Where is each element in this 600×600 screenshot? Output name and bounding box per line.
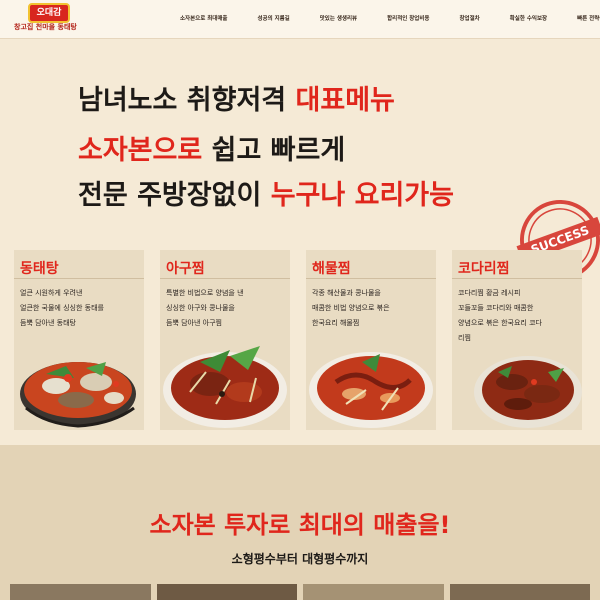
card-divider — [14, 278, 144, 279]
desc-line: 얼큰한 국물에 싱싱한 동태를 — [20, 304, 104, 312]
menu-card-desc: 코다리찜 황금 레시피 꼬들꼬들 코다리와 매콤한 양념으로 볶은 한국요리 코… — [458, 286, 580, 346]
card-divider — [306, 278, 436, 279]
menu-card-title: 해물찜 — [312, 261, 351, 277]
logo-badge: 오대감 — [28, 3, 70, 23]
nav-item-consult[interactable]: 빠른 전략상담 — [577, 0, 600, 38]
menu-card-dongtae[interactable]: 동태탕 얼큰 시원하게 우려낸 얼큰한 국물에 싱싱한 동태를 듬뿍 담아낸 동… — [14, 250, 144, 430]
menu-card-agu[interactable]: 아구찜 특별한 비법으로 양념을 낸 싱싱한 아구와 콩나물을 듬뿍 담아낸 아… — [160, 250, 290, 430]
store-photo-strip — [10, 584, 590, 600]
desc-line: 꼬들꼬들 코다리와 매콤한 — [458, 304, 534, 312]
desc-line: 싱싱한 아구와 콩나물을 — [166, 304, 235, 312]
investment-subtitle: 소형평수부터 대형평수까지 — [231, 552, 369, 566]
menu-card-haemul[interactable]: 해물찜 각종 해산물과 콩나물을 매콤한 비법 양념으로 볶은 한국요리 해물찜 — [306, 250, 436, 430]
hero-line-2-highlight: 소자본으로 — [78, 135, 203, 166]
hero-line-1: 남녀노소 취향저격 대표메뉴 — [78, 78, 395, 117]
store-photo — [303, 584, 444, 600]
brand-logo[interactable]: 오대감 창고집 천마을 동태탕 — [14, 3, 84, 35]
menu-card-title: 동태탕 — [20, 261, 59, 277]
hero-line-2-text: 쉽고 빠르게 — [202, 135, 346, 166]
nav-item-cost[interactable]: 합리적인 창업비용 — [387, 0, 429, 38]
top-header: 오대감 창고집 천마을 동태탕 소자본으로 최대매출 성공의 지름길 맛있는 생… — [0, 0, 600, 39]
logo-tagline: 창고집 천마을 동태탕 — [14, 23, 77, 31]
desc-line: 한국요리 해물찜 — [312, 319, 360, 327]
hero-line-1-text: 남녀노소 취향저격 — [78, 85, 296, 116]
nav-item-process[interactable]: 창업절차 — [460, 0, 480, 38]
store-photo — [10, 584, 151, 600]
menu-card-title: 아구찜 — [166, 261, 205, 277]
hero-line-3: 전문 주방장없이 누구나 요리가능 — [78, 173, 454, 212]
card-divider — [160, 278, 290, 279]
nav-item-reviews[interactable]: 맛있는 생생리뷰 — [320, 0, 357, 38]
agu-jjim-image — [163, 346, 287, 428]
hero-line-3-highlight: 누구나 요리가능 — [270, 180, 454, 211]
main-nav: 소자본으로 최대매출 성공의 지름길 맛있는 생생리뷰 합리적인 창업비용 창업… — [180, 0, 600, 38]
desc-line: 특별한 비법으로 양념을 낸 — [166, 289, 244, 297]
menu-card-desc: 각종 해산물과 콩나물을 매콤한 비법 양념으로 볶은 한국요리 해물찜 — [312, 286, 434, 331]
menu-card-desc: 얼큰 시원하게 우려낸 얼큰한 국물에 싱싱한 동태를 듬뿍 담아낸 동태탕 — [20, 286, 142, 331]
desc-line: 듬뿍 담아낸 아구찜 — [166, 319, 222, 327]
hero-line-2: 소자본으로 쉽고 빠르게 — [78, 128, 345, 167]
menu-card-kodari[interactable]: 코다리찜 코다리찜 황금 레시피 꼬들꼬들 코다리와 매콤한 양념으로 볶은 한… — [452, 250, 582, 430]
desc-line: 코다리찜 황금 레시피 — [458, 289, 521, 297]
nav-item-sales[interactable]: 소자본으로 최대매출 — [180, 0, 227, 38]
desc-line: 양념으로 볶은 한국요리 코다 — [458, 319, 542, 327]
menu-card-title: 코다리찜 — [458, 261, 510, 277]
hero-line-1-highlight: 대표메뉴 — [295, 85, 395, 116]
kodari-jjim-image — [474, 356, 582, 428]
store-photo — [449, 584, 590, 600]
dongtae-stew-image — [20, 362, 136, 428]
nav-item-profit[interactable]: 확실한 수익보장 — [510, 0, 547, 38]
investment-title: 소자본 투자로 최대의 매출을! — [149, 511, 451, 539]
desc-line: 듬뿍 담아낸 동태탕 — [20, 319, 76, 327]
store-photo — [156, 584, 297, 600]
menu-card-desc: 특별한 비법으로 양념을 낸 싱싱한 아구와 콩나물을 듬뿍 담아낸 아구찜 — [166, 286, 288, 331]
haemul-jjim-image — [309, 352, 433, 428]
hero-line-3-text: 전문 주방장없이 — [78, 180, 271, 211]
card-divider — [452, 278, 582, 279]
nav-item-success[interactable]: 성공의 지름길 — [257, 0, 289, 38]
desc-line: 각종 해산물과 콩나물을 — [312, 289, 381, 297]
desc-line: 얼큰 시원하게 우려낸 — [20, 289, 83, 297]
desc-line: 매콤한 비법 양념으로 볶은 — [312, 304, 390, 312]
